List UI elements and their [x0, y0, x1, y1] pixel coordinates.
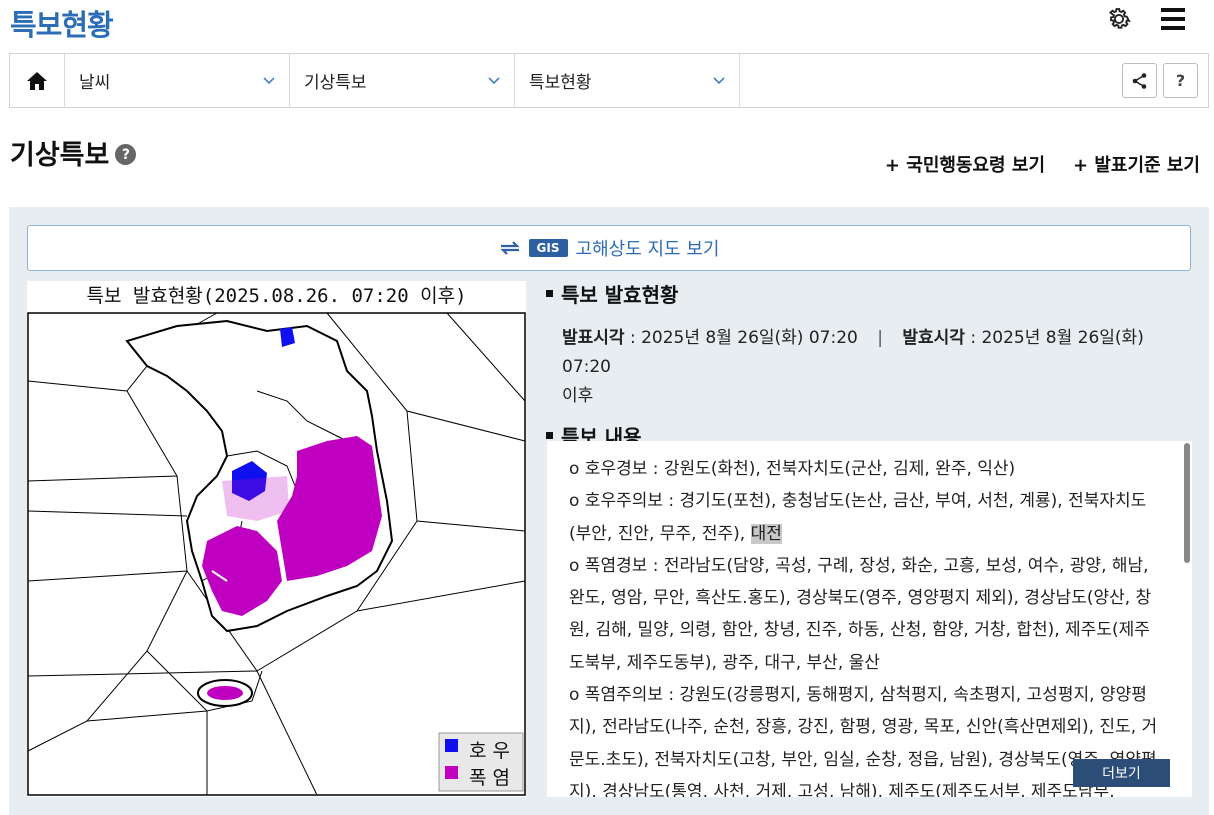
help-button[interactable]: ?	[1163, 63, 1198, 98]
more-button[interactable]: 더보기	[1073, 759, 1170, 787]
bullet-icon	[546, 290, 553, 297]
warning-panel: GIS 고해상도 지도 보기 특보 발효현황(2025.08.26. 07:20…	[9, 207, 1209, 815]
header-actions	[1102, 2, 1190, 36]
content-line-heat-wave-warning: o 폭염경보 : 전라남도(담양, 곡성, 구례, 장성, 화순, 고흥, 보성…	[569, 555, 1152, 673]
issue-times: 발표시각 : 2025년 8월 26일(화) 07:20 | 발효시각 : 20…	[546, 324, 1196, 411]
korea-warning-map-image	[27, 312, 526, 796]
content-line-heavy-rain-warning: o 호우경보 : 강원도(화천), 전북자치도(군산, 김제, 완주, 익산)	[569, 459, 1016, 479]
warning-map[interactable]: 특보 발효현황(2025.08.26. 07:20 이후) 호우 폭염	[27, 281, 526, 797]
gis-map-button[interactable]: GIS 고해상도 지도 보기	[27, 225, 1191, 271]
bullet-icon	[546, 432, 553, 439]
menu-hamburger-icon[interactable]	[1156, 2, 1190, 36]
breadcrumb-navbar: 날씨 기상특보 특보현황 ?	[9, 53, 1209, 108]
home-icon	[27, 71, 47, 90]
section-links: + 국민행동요령 보기 + 발표기준 보기	[885, 151, 1200, 177]
nav-dropdown-weather[interactable]: 날씨	[65, 54, 290, 107]
home-button[interactable]	[10, 54, 65, 107]
highlighted-region: 대전	[750, 523, 782, 544]
legend-label-heat: 폭염	[469, 767, 516, 789]
nav-dropdown-label: 특보현황	[529, 73, 592, 93]
chevron-down-icon	[263, 76, 275, 84]
swap-arrows-icon	[499, 241, 520, 255]
status-heading-text: 특보 발효현황	[561, 283, 679, 307]
help-circle-icon[interactable]: ?	[115, 144, 137, 165]
warning-info: 특보 발효현황 발표시각 : 2025년 8월 26일(화) 07:20 | 발…	[546, 279, 1196, 450]
announce-label: 발표시각	[562, 328, 625, 348]
chevron-down-icon	[713, 76, 725, 84]
nav-actions: ?	[1122, 54, 1208, 107]
status-heading: 특보 발효현황	[546, 279, 1196, 308]
nav-dropdown-label: 기상특보	[304, 73, 367, 93]
gis-label: 고해상도 지도 보기	[575, 239, 720, 260]
share-button[interactable]	[1122, 63, 1157, 98]
criteria-link[interactable]: + 발표기준 보기	[1073, 151, 1200, 177]
effective-suffix: 이후	[562, 386, 594, 406]
section-title: 기상특보 ?	[10, 133, 137, 172]
warning-content-text: o 호우경보 : 강원도(화천), 전북자치도(군산, 김제, 완주, 익산) …	[547, 441, 1192, 797]
nav-dropdown-warning[interactable]: 기상특보	[290, 54, 515, 107]
share-icon	[1132, 72, 1146, 89]
content-line-heavy-rain-advisory: o 호우주의보 : 경기도(포천), 충청남도(논산, 금산, 부여, 서천, …	[569, 485, 1164, 550]
settings-gear-icon[interactable]	[1102, 2, 1136, 36]
action-guide-link[interactable]: + 국민행동요령 보기	[885, 151, 1045, 177]
gis-badge: GIS	[528, 239, 568, 257]
page-header-title: 특보현황	[10, 8, 114, 42]
nav-dropdown-status[interactable]: 특보현황	[515, 54, 740, 107]
content-line-text: o 호우주의보 : 경기도(포천), 충청남도(논산, 금산, 부여, 서천, …	[569, 491, 1147, 544]
effective-label: 발효시각	[902, 328, 965, 348]
legend-label-rain: 호우	[469, 740, 516, 762]
content-scrollbar[interactable]	[1184, 443, 1190, 563]
nav-dropdown-label: 날씨	[79, 73, 111, 93]
page-title: 기상특보	[10, 140, 110, 171]
warning-content-box[interactable]: o 호우경보 : 강원도(화천), 전북자치도(군산, 김제, 완주, 익산) …	[547, 441, 1192, 797]
announce-value: : 2025년 8월 26일(화) 07:20	[624, 328, 858, 348]
chevron-down-icon	[488, 76, 500, 84]
time-separator: |	[877, 328, 883, 348]
